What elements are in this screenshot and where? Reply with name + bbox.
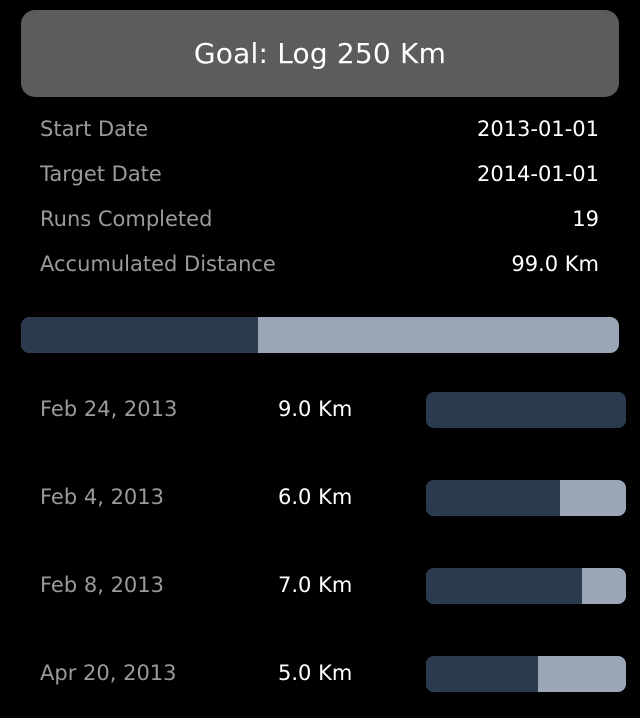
run-distance-bar	[426, 392, 626, 428]
stat-row-runs-completed: Runs Completed 19	[40, 196, 599, 241]
run-distance-bar	[426, 568, 626, 604]
run-distance: 9.0 Km	[278, 397, 353, 421]
run-distance: 6.0 Km	[278, 485, 353, 509]
stat-row-start-date: Start Date 2013-01-01	[40, 106, 599, 151]
run-distance-bar-fill	[426, 568, 582, 604]
goal-title: Goal: Log 250 Km	[193, 37, 447, 70]
stat-label: Target Date	[40, 161, 162, 186]
stat-label: Start Date	[40, 116, 149, 141]
stat-value: 2013-01-01	[476, 116, 599, 141]
run-distance-bar-fill	[426, 656, 538, 692]
stat-label: Accumulated Distance	[40, 251, 276, 276]
run-list-item[interactable]: Feb 24, 2013 9.0 Km	[0, 366, 640, 454]
run-distance-bar	[426, 480, 626, 516]
stat-row-accumulated-distance: Accumulated Distance 99.0 Km	[40, 241, 599, 286]
run-list-item[interactable]: Apr 20, 2013 5.0 Km	[0, 630, 640, 718]
run-date: Feb 24, 2013	[40, 397, 178, 421]
run-distance-bar	[426, 656, 626, 692]
stat-value: 19	[572, 206, 599, 231]
run-distance: 5.0 Km	[278, 661, 353, 685]
run-list-item[interactable]: Feb 4, 2013 6.0 Km	[0, 454, 640, 542]
goal-progress-bar	[21, 317, 619, 353]
run-distance: 7.0 Km	[278, 573, 353, 597]
stat-row-target-date: Target Date 2014-01-01	[40, 151, 599, 196]
run-date: Feb 4, 2013	[40, 485, 165, 509]
run-list-item[interactable]: Feb 8, 2013 7.0 Km	[0, 542, 640, 630]
run-distance-bar-fill	[426, 392, 626, 428]
run-date: Feb 8, 2013	[40, 573, 165, 597]
stat-label: Runs Completed	[40, 206, 213, 231]
run-date: Apr 20, 2013	[40, 661, 177, 685]
goal-progress-fill	[21, 317, 258, 353]
stat-value: 2014-01-01	[476, 161, 599, 186]
stat-value: 99.0 Km	[511, 251, 599, 276]
goal-stats: Start Date 2013-01-01 Target Date 2014-0…	[40, 106, 599, 286]
run-list: Feb 24, 2013 9.0 Km Feb 4, 2013 6.0 Km F…	[0, 366, 640, 718]
goal-header[interactable]: Goal: Log 250 Km	[21, 10, 619, 97]
run-distance-bar-fill	[426, 480, 560, 516]
